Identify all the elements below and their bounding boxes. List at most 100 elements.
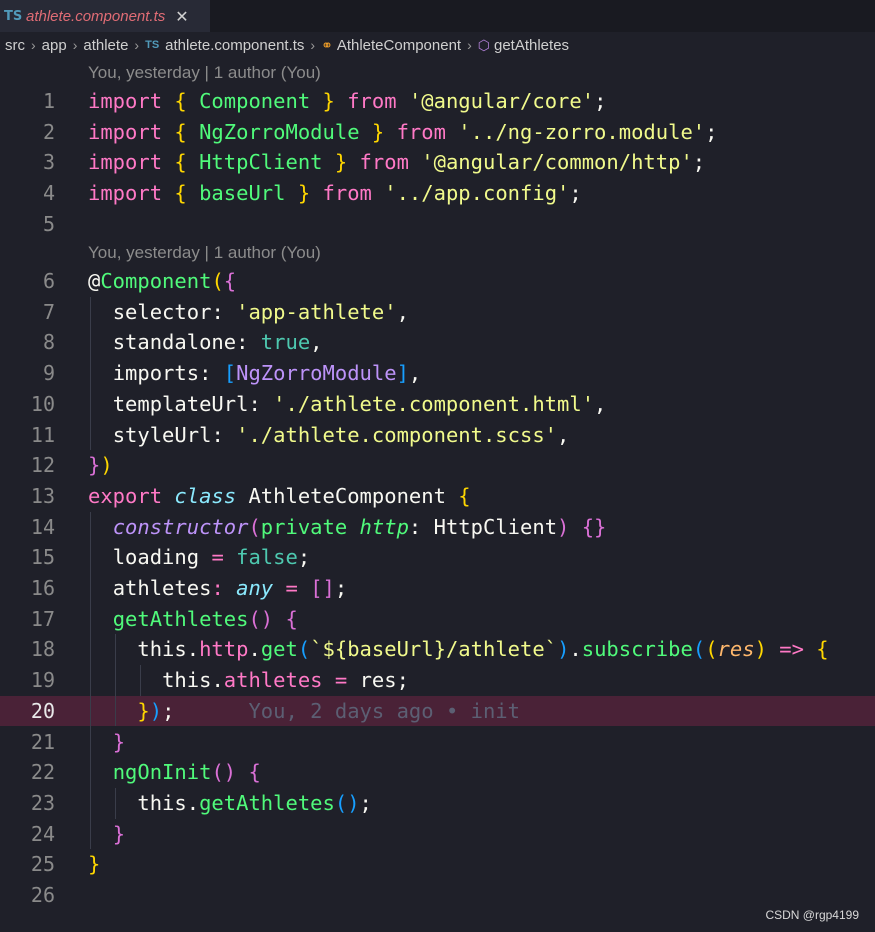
chevron-right-icon: › — [31, 37, 36, 53]
code-line[interactable]: 19 this.athletes = res; — [0, 665, 875, 696]
code-line[interactable]: 15 loading = false; — [0, 542, 875, 573]
code-text: athletes: any = []; — [112, 576, 348, 600]
code-line[interactable]: 10 templateUrl: './athlete.component.htm… — [0, 389, 875, 420]
code-text: getAthletes() { — [112, 606, 298, 631]
method-icon: ⬡ — [477, 36, 490, 53]
code-line[interactable]: 1 import { Component } from '@angular/co… — [0, 86, 875, 117]
code-line[interactable]: 9 imports: [NgZorroModule], — [0, 358, 875, 389]
line-number: 5 — [42, 211, 55, 236]
indent-guide — [90, 511, 91, 850]
line-number: 13 — [30, 483, 55, 508]
chevron-right-icon: › — [467, 37, 472, 53]
breadcrumb-item-class[interactable]: AthleteComponent — [337, 37, 461, 54]
code-text: constructor(private http: HttpClient) {} — [112, 514, 607, 539]
line-number: 6 — [42, 269, 55, 293]
line-number: 2 — [42, 119, 55, 144]
code-text: this.http.get(`${baseUrl}/athlete`).subs… — [137, 637, 829, 662]
line-number: 11 — [30, 422, 55, 447]
line-number: 15 — [30, 545, 55, 570]
indent-guide — [115, 634, 116, 727]
line-number: 17 — [30, 606, 55, 631]
codelens-blame[interactable]: You, yesterday | 1 author (You) — [88, 58, 321, 88]
line-number: 10 — [30, 391, 55, 416]
code-text: styleUrl: './athlete.component.scss', — [112, 422, 570, 447]
code-text: } — [112, 729, 126, 754]
code-text: this.getAthletes(); — [137, 790, 372, 815]
code-text: import { NgZorroModule } from '../ng-zor… — [88, 119, 718, 144]
code-text: imports: [NgZorroModule], — [112, 361, 422, 386]
code-text: import { Component } from '@angular/core… — [88, 89, 607, 113]
line-number: 18 — [30, 637, 55, 662]
indent-guide — [140, 665, 141, 696]
code-line[interactable]: 6 @Component({ — [0, 266, 875, 297]
code-line[interactable]: 17 getAthletes() { — [0, 604, 875, 635]
code-line[interactable]: 4 import { baseUrl } from '../app.config… — [0, 178, 875, 209]
code-line[interactable]: 23 this.getAthletes(); — [0, 788, 875, 819]
line-number: 22 — [30, 760, 55, 785]
code-line[interactable]: 7 selector: 'app-athlete', — [0, 297, 875, 328]
typescript-icon: TS — [145, 39, 160, 51]
code-line[interactable]: 3 import { HttpClient } from '@angular/c… — [0, 147, 875, 178]
close-icon[interactable]: ✕ — [175, 7, 188, 26]
line-number: 3 — [42, 150, 55, 175]
code-text: selector: 'app-athlete', — [112, 299, 409, 324]
chevron-right-icon: › — [72, 37, 78, 53]
code-text: templateUrl: './athlete.component.html', — [112, 391, 607, 416]
line-number: 19 — [30, 668, 55, 693]
line-number: 24 — [30, 821, 55, 846]
line-number: 4 — [42, 181, 55, 206]
code-line[interactable]: 26 — [0, 880, 875, 911]
code-line[interactable]: 12 }) — [0, 450, 875, 481]
code-line[interactable]: 24 } — [0, 819, 875, 850]
breadcrumb-item-file[interactable]: athlete.component.ts — [165, 37, 304, 54]
code-text: @Component({ — [88, 269, 237, 293]
breadcrumb-item-athlete[interactable]: athlete — [83, 37, 128, 54]
code-line[interactable]: 22 ngOnInit() { — [0, 757, 875, 788]
tab-title: athlete.component.ts — [26, 7, 166, 25]
chevron-right-icon: › — [134, 37, 140, 53]
indent-guide — [90, 296, 91, 451]
breadcrumb: src › app › athlete › TS athlete.compone… — [0, 33, 875, 57]
code-text: loading = false; — [112, 545, 311, 570]
line-number: 9 — [42, 361, 55, 386]
typescript-icon: TS — [4, 8, 23, 24]
line-number: 26 — [30, 883, 55, 907]
code-text: } — [88, 852, 101, 877]
code-line[interactable]: 21 } — [0, 727, 875, 758]
code-line[interactable]: 14 constructor(private http: HttpClient)… — [0, 512, 875, 543]
tab-athlete-component[interactable]: TS athlete.component.ts ✕ — [0, 0, 210, 32]
code-text: import { HttpClient } from '@angular/com… — [88, 150, 706, 175]
code-text: } — [112, 821, 126, 846]
line-number: 21 — [30, 729, 55, 754]
line-number: 14 — [30, 514, 55, 539]
line-number: 7 — [42, 299, 55, 324]
code-line[interactable]: 13 export class AthleteComponent { — [0, 481, 875, 512]
code-line[interactable]: 25 } — [0, 849, 875, 880]
code-line-current[interactable]: 20 }); You, 2 days ago • init — [0, 695, 875, 727]
line-number: 16 — [30, 576, 55, 600]
code-line[interactable]: 11 styleUrl: './athlete.component.scss', — [0, 420, 875, 451]
code-text: export class AthleteComponent { — [88, 483, 471, 508]
code-text: import { baseUrl } from '../app.config'; — [88, 181, 582, 206]
inline-blame: You, 2 days ago • init — [248, 698, 520, 723]
code-text: }); You, 2 days ago • init — [137, 698, 520, 723]
code-line[interactable]: 8 standalone: true, — [0, 327, 875, 358]
watermark: CSDN @rgp4199 — [765, 908, 859, 922]
breadcrumb-item-src[interactable]: src — [5, 37, 25, 54]
breadcrumb-item-method[interactable]: getAthletes — [494, 37, 569, 54]
code-text: this.athletes = res; — [162, 668, 409, 693]
code-text: ngOnInit() { — [112, 760, 261, 785]
indent-guide — [115, 787, 116, 819]
breadcrumb-item-app[interactable]: app — [42, 37, 67, 54]
code-text: }) — [88, 453, 113, 478]
line-number: 23 — [30, 790, 55, 815]
codelens-blame[interactable]: You, yesterday | 1 author (You) — [88, 238, 321, 268]
code-line[interactable]: 2 import { NgZorroModule } from '../ng-z… — [0, 117, 875, 148]
code-line[interactable]: 16 athletes: any = []; — [0, 573, 875, 604]
code-line[interactable]: 18 this.http.get(`${baseUrl}/athlete`).s… — [0, 634, 875, 665]
line-number: 25 — [30, 852, 55, 877]
line-number: 1 — [42, 89, 55, 113]
code-line[interactable]: 5 — [0, 209, 875, 240]
line-number: 12 — [30, 453, 55, 478]
line-number: 8 — [42, 330, 55, 355]
